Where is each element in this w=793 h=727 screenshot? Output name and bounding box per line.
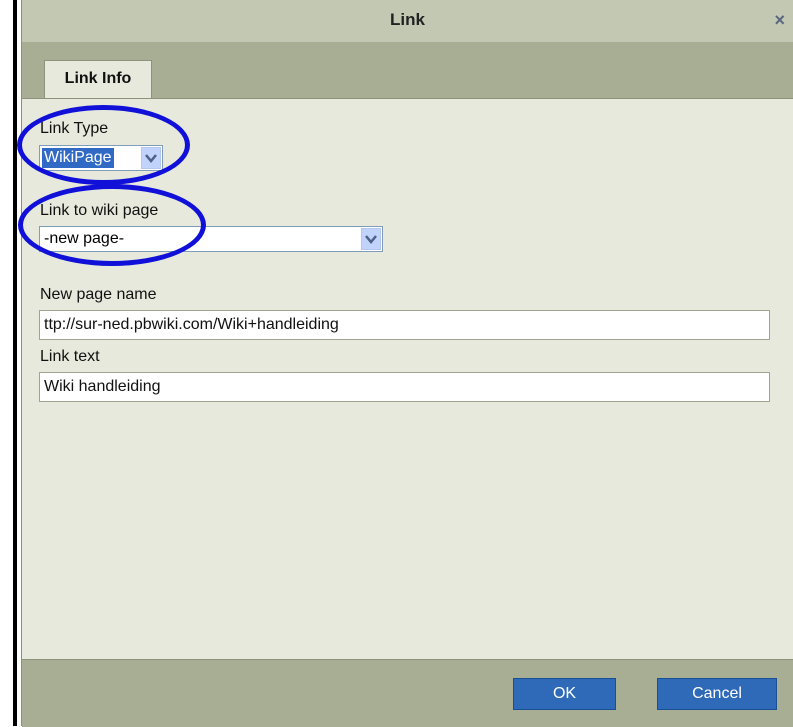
wiki-page-select[interactable]: -new page- xyxy=(39,226,383,252)
link-dialog: Link × Link Info Link Type WikiPage Link… xyxy=(17,0,793,727)
title-bar[interactable]: Link × xyxy=(22,0,793,43)
link-text-label: Link text xyxy=(40,348,100,365)
dialog-title: Link xyxy=(390,10,425,29)
new-page-name-label: New page name xyxy=(40,286,157,303)
link-type-value: WikiPage xyxy=(42,148,114,168)
chevron-down-icon[interactable] xyxy=(141,147,161,169)
annotation-circle-wiki-page xyxy=(18,184,206,266)
wiki-page-label: Link to wiki page xyxy=(40,202,159,219)
tab-strip: Link Info xyxy=(22,42,793,99)
cancel-button[interactable]: Cancel xyxy=(657,678,777,710)
link-type-select[interactable]: WikiPage xyxy=(39,145,163,171)
wiki-page-value: -new page- xyxy=(44,230,125,247)
chevron-down-icon[interactable] xyxy=(361,228,381,250)
frame-border xyxy=(13,0,17,726)
dialog-content: Link Type WikiPage Link to wiki page -ne… xyxy=(17,99,793,659)
tab-link-info[interactable]: Link Info xyxy=(44,60,152,98)
ok-button[interactable]: OK xyxy=(513,678,616,710)
link-text-input[interactable]: Wiki handleiding xyxy=(39,372,770,402)
link-type-label: Link Type xyxy=(40,120,109,137)
dialog-footer: OK Cancel xyxy=(22,659,793,727)
new-page-name-input[interactable]: ttp://sur-ned.pbwiki.com/Wiki+handleidin… xyxy=(39,310,770,340)
close-icon[interactable]: × xyxy=(774,10,785,31)
